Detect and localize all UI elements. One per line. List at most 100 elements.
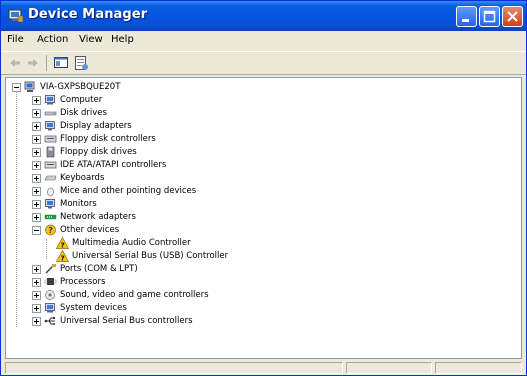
status-bar [1, 361, 526, 375]
tree-item-disk-drives[interactable]: Disk drives [32, 107, 332, 120]
tree-item-label: Computer [60, 95, 103, 105]
menu-view[interactable]: View [79, 34, 103, 45]
tree-item-display-adapters[interactable]: Display adapters [32, 120, 332, 133]
display-adapter-icon [45, 121, 55, 131]
tree-item-label: Sound, video and game controllers [60, 290, 209, 300]
collapse-icon[interactable] [32, 226, 41, 235]
title-bar[interactable]: Device Manager [1, 1, 526, 31]
tree-root-label: VIA-GXPSBQUE20T [40, 82, 121, 92]
svg-text:?: ? [61, 255, 65, 263]
tree-item-label: Disk drives [60, 108, 107, 118]
toolbar-separator [46, 55, 47, 71]
expand-icon[interactable] [32, 265, 41, 274]
tree-subitem-multimedia-audio-controller[interactable]: ? Multimedia Audio Controller [56, 237, 356, 250]
tree-item-network-adapters[interactable]: Network adapters [32, 211, 332, 224]
expand-icon[interactable] [32, 304, 41, 313]
tree-item-label: Universal Serial Bus (USB) Controller [72, 251, 229, 261]
back-arrow-icon[interactable] [7, 55, 23, 71]
menu-bar: File Action View Help [1, 31, 526, 51]
tree-subitem-usb-controller[interactable]: ? Universal Serial Bus (USB) Controller [56, 250, 376, 263]
tree-item-label: Processors [60, 277, 106, 287]
tree-item-system-devices[interactable]: System devices [32, 302, 332, 315]
expand-icon[interactable] [32, 96, 41, 105]
expand-icon[interactable] [32, 135, 41, 144]
tree-item-ide-controllers[interactable]: IDE ATA/ATAPI controllers [32, 159, 332, 172]
tree-item-keyboards[interactable]: Keyboards [32, 172, 332, 185]
floppy-controller-icon [44, 135, 57, 143]
tree-item-label: IDE ATA/ATAPI controllers [60, 160, 167, 170]
processor-icon [44, 278, 57, 285]
expand-icon[interactable] [32, 148, 41, 157]
show-hide-console-tree-icon[interactable] [53, 55, 69, 71]
system-devices-icon [45, 303, 55, 313]
tree-item-other-devices[interactable]: ? Other devices [32, 224, 332, 237]
tree-item-monitors[interactable]: Monitors [32, 198, 332, 211]
close-button[interactable] [502, 6, 523, 27]
expand-icon[interactable] [32, 317, 41, 326]
floppy-drive-icon [46, 146, 55, 158]
computer-icon [45, 95, 55, 105]
other-devices-icon: ? [45, 224, 56, 236]
tree-item-processors[interactable]: Processors [32, 276, 332, 289]
tree-item-label: System devices [60, 303, 127, 313]
tree-guide-line [16, 90, 17, 327]
tree-item-computer[interactable]: Computer [32, 94, 332, 107]
tree-guide-line [46, 239, 47, 259]
toolbar [1, 51, 526, 75]
status-panel [346, 362, 432, 374]
properties-icon[interactable] [73, 55, 89, 71]
tree-item-ports[interactable]: Ports (COM & LPT) [32, 263, 332, 276]
expand-icon[interactable] [32, 200, 41, 209]
tree-item-label: Floppy disk controllers [60, 134, 156, 144]
tree-item-label: Ports (COM & LPT) [60, 264, 138, 274]
keyboard-icon [44, 175, 57, 181]
tree-item-floppy-disk-controllers[interactable]: Floppy disk controllers [32, 133, 332, 146]
expand-icon[interactable] [32, 278, 41, 287]
sound-icon [45, 290, 55, 300]
tree-root[interactable]: VIA-GXPSBQUE20T [12, 81, 312, 94]
expand-icon[interactable] [32, 109, 41, 118]
tree-item-label: Mice and other pointing devices [60, 186, 197, 196]
menu-action[interactable]: Action [37, 34, 68, 45]
usb-icon [44, 317, 55, 325]
monitor-icon [45, 199, 55, 209]
expand-icon[interactable] [32, 291, 41, 300]
collapse-icon[interactable] [12, 83, 21, 92]
tree-item-sound-video-game[interactable]: Sound, video and game controllers [32, 289, 332, 302]
tree-item-mice[interactable]: Mice and other pointing devices [32, 185, 332, 198]
expand-icon[interactable] [32, 161, 41, 170]
disk-drive-icon [44, 111, 57, 116]
menu-help[interactable]: Help [111, 34, 134, 45]
unknown-device-warning-icon: ? [56, 250, 69, 262]
expand-icon[interactable] [32, 122, 41, 131]
tree-item-label: Universal Serial Bus controllers [60, 316, 193, 326]
status-panel [5, 362, 343, 374]
minimize-button[interactable] [456, 6, 477, 27]
tree-item-label: Network adapters [60, 212, 136, 222]
tree-item-usb-controllers[interactable]: Universal Serial Bus controllers [32, 315, 332, 328]
expand-icon[interactable] [32, 213, 41, 222]
menu-file[interactable]: File [7, 34, 24, 45]
svg-text:?: ? [61, 242, 65, 250]
minimize-icon [462, 19, 469, 22]
ide-controller-icon [44, 161, 57, 169]
device-manager-window: Device Manager File Action View Help VIA… [0, 0, 527, 376]
mouse-icon [47, 187, 54, 197]
computer-root-icon [24, 81, 35, 92]
close-icon [507, 11, 518, 22]
network-adapter-icon [44, 214, 57, 220]
tree-item-label: Monitors [60, 199, 97, 209]
tree-item-floppy-disk-drives[interactable]: Floppy disk drives [32, 146, 332, 159]
port-icon [45, 264, 56, 274]
maximize-button[interactable] [479, 6, 500, 27]
tree-item-label: Floppy disk drives [60, 147, 137, 157]
tree-item-label: Other devices [60, 225, 120, 235]
expand-icon[interactable] [32, 174, 41, 183]
maximize-icon [483, 10, 496, 23]
device-tree-pane[interactable]: VIA-GXPSBQUE20T Computer Disk drives Dis… [5, 77, 522, 359]
forward-arrow-icon[interactable] [25, 55, 41, 71]
expand-icon[interactable] [32, 187, 41, 196]
svg-text:?: ? [48, 226, 53, 235]
status-panel [435, 362, 522, 374]
device-manager-icon [8, 9, 24, 23]
